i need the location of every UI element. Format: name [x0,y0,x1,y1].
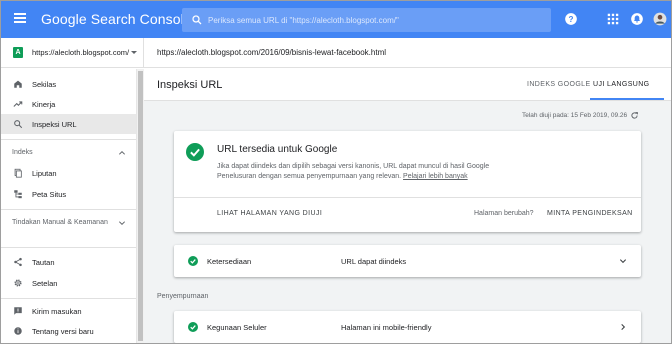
sidebar-item-inspeksi-url[interactable]: Inspeksi URL [1,114,136,134]
sidebar: Sekilas Kinerja Inspeksi URL Indeks Lipu… [1,69,144,343]
section-header-indeks[interactable]: Indeks [12,148,33,158]
view-tested-page-button[interactable]: LIHAT HALAMAN YANG DIUJI [217,210,322,217]
sidebar-item-tautan[interactable]: Tautan [1,252,136,272]
coverage-icon [14,168,22,178]
caret-down-icon [131,51,137,54]
sidebar-item-label: Tentang versi baru [32,327,94,336]
sidebar-item-peta-situs[interactable]: Peta Situs [1,184,136,204]
search-input[interactable] [208,8,538,32]
mobile-usability-value: Halaman ini mobile-friendly [341,323,432,332]
hamburger-menu-icon[interactable] [14,13,26,23]
active-tab-indicator [590,98,664,100]
property-badge-icon: A [13,47,23,58]
tab-indeks-google[interactable]: INDEKS GOOGLE [527,81,591,88]
feedback-icon [14,307,22,315]
tested-timestamp: Telah diuji pada: 15 Feb 2019, 09.26 [522,112,628,119]
page-title: Inspeksi URL [157,79,223,91]
property-selector[interactable]: A https://alecloth.blogspot.com/ [1,38,144,68]
sidebar-item-setelan[interactable]: Setelan [1,273,136,293]
main-content: Inspeksi URL INDEKS GOOGLE UJI LANGSUNG … [144,69,671,343]
sidebar-item-label: Inspeksi URL [32,120,77,129]
gear-icon [14,279,22,287]
avatar[interactable] [653,12,667,26]
home-icon [14,80,22,88]
inspected-url: https://alecloth.blogspot.com/2016/09/bi… [157,48,387,57]
tab-uji-langsung[interactable]: UJI LANGSUNG [593,81,650,88]
result-card: URL tersedia untuk Google Jika dapat dii… [174,131,641,232]
sidebar-item-label: Peta Situs [32,190,67,199]
sidebar-item-kirim-masukan[interactable]: Kirim masukan [1,301,136,321]
card-divider [174,197,641,198]
svg-text:?: ? [569,15,574,24]
search-icon [14,120,23,129]
help-icon[interactable]: ? [564,12,578,26]
mobile-usability-row[interactable]: Kegunaan Seluler Halaman ini mobile-frie… [174,311,641,343]
property-name: https://alecloth.blogspot.com/ [32,48,130,57]
chevron-up-icon[interactable] [118,150,126,156]
sidebar-item-label: Setelan [32,279,58,288]
request-indexing-button[interactable]: MINTA PENGINDEKSAN [547,210,633,217]
learn-more-link[interactable]: Pelajari lebih banyak [403,173,468,180]
sidebar-scrollbar[interactable] [136,69,144,343]
page-changed-question: Halaman berubah? [474,210,534,217]
url-inspect-search[interactable] [182,8,551,32]
sidebar-divider [1,139,136,140]
apps-grid-icon[interactable] [606,12,620,26]
top-app-bar: Google Search Console ? [1,1,671,38]
links-icon [14,257,22,267]
sidebar-divider [1,247,136,248]
sidebar-divider [1,209,136,210]
app-title: Google Search Console [41,11,192,27]
enhancements-label: Penyempurnaan [157,293,209,300]
trending-up-icon [13,101,23,107]
sidebar-item-label: Tautan [32,258,55,267]
sitemap-icon [14,190,22,199]
chevron-down-icon[interactable] [619,257,627,265]
mobile-usability-label: Kegunaan Seluler [207,323,267,332]
sidebar-item-sekilas[interactable]: Sekilas [1,74,136,94]
chevron-right-icon[interactable] [619,323,627,331]
sidebar-item-kinerja[interactable]: Kinerja [1,94,136,114]
app-window: Google Search Console ? A https://aleclo… [0,0,672,344]
check-circle-icon [188,322,198,332]
availability-value: URL dapat diindeks [341,257,407,266]
notifications-bell-icon[interactable] [630,12,644,26]
sidebar-divider [1,298,136,299]
availability-label: Ketersediaan [207,257,252,266]
check-circle-icon [188,256,198,266]
sidebar-item-label: Liputan [32,169,57,178]
info-icon [14,327,22,335]
sidebar-item-tentang-versi-baru[interactable]: Tentang versi baru [1,321,136,341]
sidebar-item-label: Sekilas [32,80,57,89]
sidebar-item-label: Kinerja [32,100,56,109]
chevron-down-icon[interactable] [118,220,126,226]
check-circle-icon [186,143,204,161]
search-icon [192,15,202,25]
scrollbar-thumb[interactable] [138,71,143,341]
main-header: Inspeksi URL INDEKS GOOGLE UJI LANGSUNG [144,69,671,101]
result-description: Jika dapat diindeks dan dipilih sebagai … [217,162,507,182]
result-title: URL tersedia untuk Google [217,144,338,155]
section-header-tindakan-manual[interactable]: Tindakan Manual & Keamanan [12,218,112,228]
availability-row[interactable]: Ketersediaan URL dapat diindeks [174,245,641,277]
sidebar-item-liputan[interactable]: Liputan [1,163,136,183]
refresh-icon[interactable] [630,111,639,120]
sidebar-item-label: Kirim masukan [32,307,82,316]
property-bar: A https://alecloth.blogspot.com/ https:/… [1,38,671,68]
